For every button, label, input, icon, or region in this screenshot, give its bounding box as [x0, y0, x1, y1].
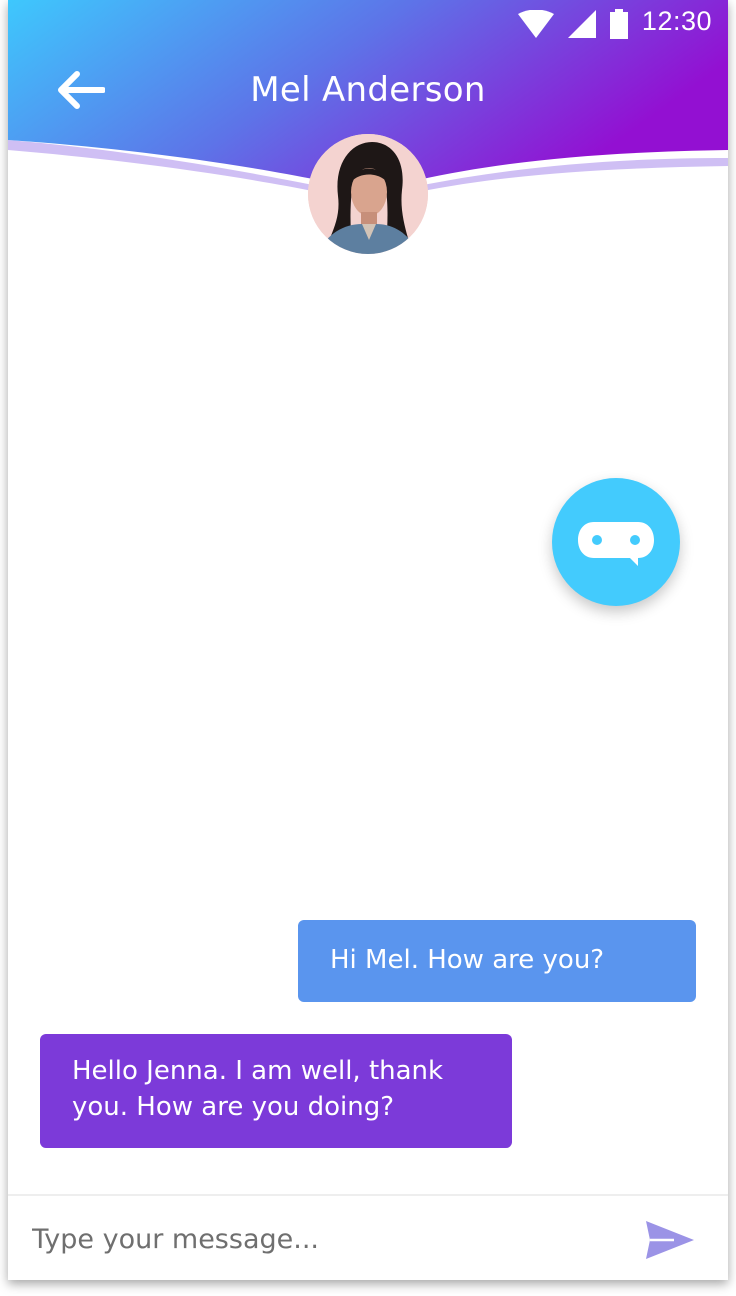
wifi-icon [518, 10, 554, 38]
incoming-message: Hello Jenna. I am well, thank you. How a… [40, 1034, 512, 1148]
chat-bot-icon [578, 522, 654, 566]
signal-icon [568, 10, 596, 38]
status-icons [518, 8, 628, 40]
battery-icon [610, 9, 628, 39]
send-icon [646, 1221, 694, 1259]
outgoing-message: Hi Mel. How are you? [298, 920, 696, 1002]
contact-avatar[interactable] [308, 134, 428, 254]
chat-screen: 12:30 Mel Anderson Hi Mel. How are you? … [8, 0, 728, 1280]
message-composer [8, 1194, 728, 1280]
avatar-photo [308, 134, 428, 254]
send-button[interactable] [638, 1214, 702, 1266]
status-time: 12:30 [641, 6, 712, 36]
message-input[interactable] [32, 1212, 632, 1266]
status-bar: 12:30 [8, 0, 728, 48]
chat-bot-button[interactable] [552, 478, 680, 606]
contact-name-title: Mel Anderson [250, 70, 486, 110]
